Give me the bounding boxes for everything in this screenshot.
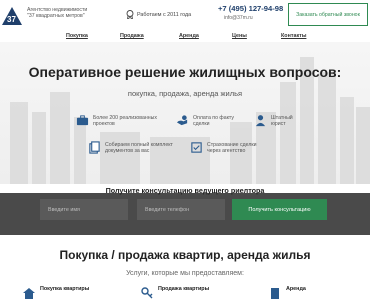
agency-line-2: "37 квадратных метров" bbox=[27, 13, 85, 19]
service-buy[interactable]: Покупка квартиры bbox=[22, 286, 89, 300]
feature-payment: Оплата по факту сделки bbox=[176, 114, 234, 127]
services-title: Покупка / продажа квартир, аренда жилья bbox=[59, 248, 311, 262]
feature-lawyer: Штатный юрист bbox=[254, 114, 293, 127]
hero-section: Оперативное решение жилищных вопросов: п… bbox=[0, 42, 370, 184]
agency-name: Агентство недвижимости "37 квадратных ме… bbox=[27, 7, 87, 19]
service-label: Покупка квартиры bbox=[40, 286, 90, 292]
feature-documents: Собираем полный комплект документов за ва… bbox=[88, 141, 173, 154]
phone-number[interactable]: +7 (495) 127-94-98 bbox=[218, 4, 283, 13]
feature-projects: Более 200 реализованных проектов bbox=[76, 114, 157, 127]
briefcase-icon bbox=[76, 115, 89, 126]
logo-icon: 37 bbox=[2, 7, 22, 25]
top-bar: 37 Агентство недвижимости "37 квадратных… bbox=[0, 0, 370, 30]
consultation-title: Получите консультацию ведущего риелтора bbox=[105, 186, 265, 195]
since-info: Работаем с 2011 года bbox=[126, 10, 191, 19]
feature-insurance: Страхование сделки через агентство bbox=[190, 141, 257, 154]
get-consultation-button[interactable]: Получить консультацию bbox=[232, 199, 327, 220]
email-link[interactable]: info@37m.ru bbox=[224, 15, 253, 21]
feature-text: Штатный bbox=[271, 114, 293, 121]
building-icon bbox=[271, 288, 279, 299]
since-text: Работаем с 2011 года bbox=[137, 11, 192, 18]
feature-text: Собираем полный комплект bbox=[105, 141, 173, 148]
documents-icon bbox=[89, 141, 100, 154]
feature-text: Более 200 реализованных bbox=[93, 114, 157, 121]
feature-text: Оплата по факту bbox=[193, 114, 234, 121]
nav-item-rent[interactable]: Аренда bbox=[179, 33, 199, 39]
service-label: Аренда bbox=[286, 286, 306, 292]
insurance-icon bbox=[191, 142, 202, 153]
house-icon bbox=[23, 288, 35, 299]
phone-input[interactable] bbox=[137, 199, 225, 220]
nav-item-buy[interactable]: Покупка bbox=[66, 33, 88, 39]
medal-icon bbox=[126, 10, 134, 19]
feature-text: документов за вас bbox=[105, 147, 150, 154]
callback-button[interactable]: Заказать обратный звонок bbox=[288, 3, 368, 26]
feature-text: Страхование сделки bbox=[207, 141, 257, 148]
feature-text: проектов bbox=[93, 120, 115, 127]
feature-text: сделки bbox=[193, 120, 210, 127]
lawyer-icon bbox=[255, 115, 266, 127]
nav-item-prices[interactable]: Цены bbox=[232, 33, 247, 39]
name-input[interactable] bbox=[40, 199, 128, 220]
feature-text: юрист bbox=[271, 120, 286, 127]
nav-item-sell[interactable]: Продажа bbox=[120, 33, 144, 39]
feature-text: через агентство bbox=[207, 147, 246, 154]
services-subtitle: Услуги, которые мы предоставляем: bbox=[126, 270, 244, 277]
svg-text:37: 37 bbox=[7, 15, 16, 24]
service-rent[interactable]: Аренда bbox=[268, 286, 306, 300]
service-label: Продажа квартиры bbox=[158, 286, 210, 292]
hero-subtitle: покупка, продажа, аренда жилья bbox=[127, 89, 243, 98]
nav-item-contacts[interactable]: Контакты bbox=[281, 33, 306, 39]
service-sell[interactable]: Продажа квартиры bbox=[140, 286, 209, 300]
payment-icon bbox=[176, 115, 188, 126]
key-icon bbox=[141, 287, 153, 299]
hero-title: Оперативное решение жилищных вопросов: bbox=[28, 64, 342, 80]
